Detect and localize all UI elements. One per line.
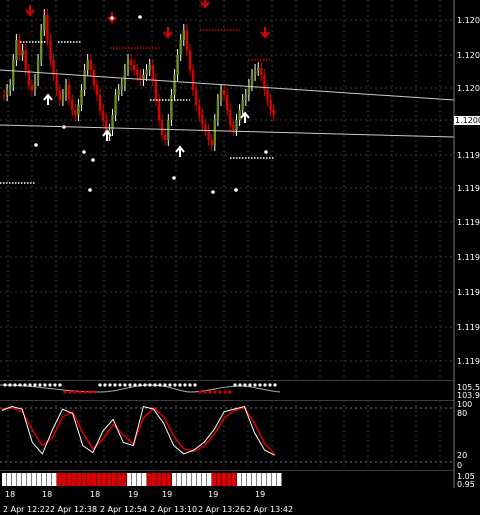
trendline-lower bbox=[0, 124, 455, 138]
price-tick-label: 1.1205 bbox=[457, 16, 480, 25]
osc-tick-100: 100 bbox=[457, 400, 473, 409]
price-tick-label: 1.1191 bbox=[457, 323, 480, 332]
osc-tick-80: 80 bbox=[457, 409, 468, 418]
price-tick-label: 1.1199 bbox=[457, 151, 480, 160]
time-axis-label: 2 Apr 13:42 bbox=[246, 505, 294, 514]
time-axis-label: 18 bbox=[42, 490, 53, 499]
oscillator-panel[interactable] bbox=[0, 400, 480, 470]
osc-tick-20: 20 bbox=[457, 451, 468, 460]
indicator-strip-panel[interactable] bbox=[0, 380, 480, 400]
price-tick-label: 1.1196 bbox=[457, 218, 480, 227]
blocks-panel[interactable] bbox=[0, 470, 480, 488]
oscillator-red-line bbox=[1, 406, 276, 455]
time-axis-label: 18 bbox=[5, 490, 16, 499]
price-grid bbox=[0, 0, 454, 380]
time-axis-label: 2 Apr 12:54 bbox=[100, 505, 148, 514]
price-chart-panel[interactable] bbox=[0, 0, 480, 380]
price-tick-label: 1.1202 bbox=[457, 84, 480, 93]
time-axis-label: 2 Apr 12:22 bbox=[3, 505, 51, 514]
blocks-histogram bbox=[2, 473, 282, 486]
price-tick-label: 1.1193 bbox=[457, 288, 480, 297]
price-tick-label: 1.1190 bbox=[457, 357, 480, 366]
price-tick-label: 1.1203 bbox=[457, 51, 480, 60]
strip-tick-low: 103.96 bbox=[457, 391, 480, 400]
current-price-tag: 1.1200 bbox=[454, 116, 480, 125]
time-axis-label: 19 bbox=[255, 490, 266, 499]
osc-tick-0: 0 bbox=[457, 461, 463, 470]
time-axis-label: 2 Apr 12:38 bbox=[50, 505, 98, 514]
time-axis-label: 18 bbox=[90, 490, 101, 499]
time-axis-label: 19 bbox=[162, 490, 173, 499]
time-axis: 18 18 2 Apr 12:22 18 2 Apr 12:38 19 2 Apr 12:5… bbox=[0, 488, 480, 515]
price-tick-label: 1.1194 bbox=[457, 253, 480, 262]
time-axis-label: 2 Apr 13:26 bbox=[198, 505, 246, 514]
time-axis-label: 19 bbox=[208, 490, 219, 499]
time-axis-label: 19 bbox=[128, 490, 139, 499]
price-tick-label: 1.1197 bbox=[457, 184, 480, 193]
time-axis-label: 2 Apr 13:10 bbox=[150, 505, 198, 514]
